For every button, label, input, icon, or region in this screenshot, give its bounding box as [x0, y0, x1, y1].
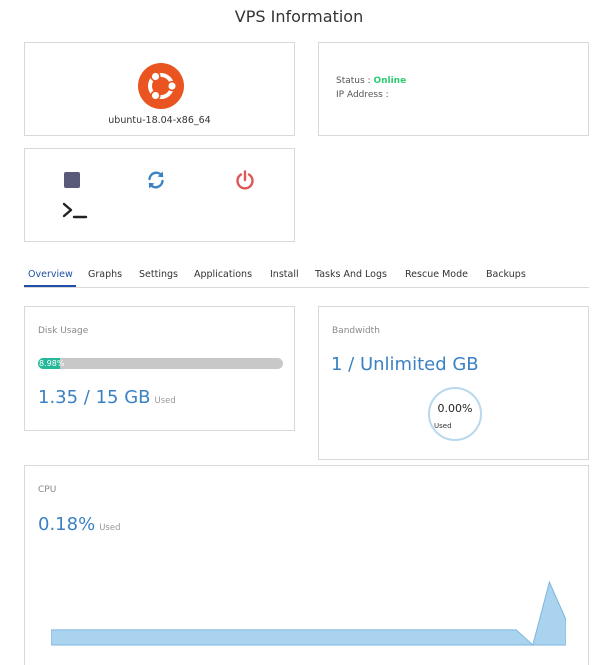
- tab-settings[interactable]: Settings: [139, 269, 178, 280]
- disk-used-tag: Used: [154, 396, 176, 406]
- tab-backups[interactable]: Backups: [486, 269, 526, 280]
- cpu-value: 0.18%: [38, 514, 96, 535]
- cpu-usage-graph: [51, 580, 566, 646]
- status-card: Status : Online IP Address :: [318, 42, 589, 136]
- status-row: Status : Online: [336, 76, 406, 86]
- bandwidth-gauge: 0.00% Used: [428, 387, 482, 441]
- console-icon[interactable]: [61, 200, 89, 222]
- tab-install[interactable]: Install: [270, 269, 299, 280]
- ip-address-label: IP Address :: [336, 90, 389, 100]
- disk-usage-progress: 8.98%: [38, 358, 283, 369]
- cpu-label: CPU: [38, 485, 57, 495]
- bandwidth-card: Bandwidth 1 / Unlimited GB 0.00% Used: [318, 306, 589, 460]
- cpu-used-tag: Used: [99, 523, 121, 533]
- cpu-card: CPU 0.18% Used: [24, 465, 589, 665]
- status-label: Status :: [336, 76, 371, 86]
- restart-icon[interactable]: [145, 169, 167, 191]
- status-value: Online: [373, 76, 407, 86]
- cpu-usage-area: [51, 580, 566, 646]
- power-icon[interactable]: [234, 169, 256, 191]
- stop-icon[interactable]: [61, 169, 83, 191]
- bandwidth-value: 1 / Unlimited GB: [331, 354, 479, 375]
- page-title: VPS Information: [234, 7, 364, 26]
- bandwidth-percent: 0.00%: [437, 402, 473, 415]
- disk-usage-value-row: 1.35 / 15 GB Used: [38, 387, 176, 408]
- os-name: ubuntu-18.04-x86_64: [108, 115, 211, 126]
- disk-usage-percent: 8.98%: [39, 359, 65, 368]
- os-card: ubuntu-18.04-x86_64: [24, 42, 295, 136]
- disk-usage-label: Disk Usage: [38, 326, 89, 336]
- tab-bar: Overview Graphs Settings Applications In…: [24, 264, 589, 288]
- bandwidth-label: Bandwidth: [332, 326, 380, 336]
- active-tab-indicator: [24, 285, 76, 287]
- tab-overview[interactable]: Overview: [28, 269, 73, 280]
- bandwidth-used-tag: Used: [434, 422, 452, 430]
- tab-tasks-and-logs[interactable]: Tasks And Logs: [315, 269, 387, 280]
- actions-card: [24, 148, 295, 242]
- cpu-value-row: 0.18% Used: [38, 514, 120, 535]
- tab-graphs[interactable]: Graphs: [88, 269, 122, 280]
- disk-usage-value: 1.35 / 15 GB: [38, 387, 151, 408]
- tab-rescue-mode[interactable]: Rescue Mode: [405, 269, 468, 280]
- ubuntu-logo-icon: [138, 63, 184, 109]
- tab-applications[interactable]: Applications: [194, 269, 252, 280]
- ip-address-row: IP Address :: [336, 90, 389, 100]
- disk-usage-card: Disk Usage 8.98% 1.35 / 15 GB Used: [24, 306, 295, 431]
